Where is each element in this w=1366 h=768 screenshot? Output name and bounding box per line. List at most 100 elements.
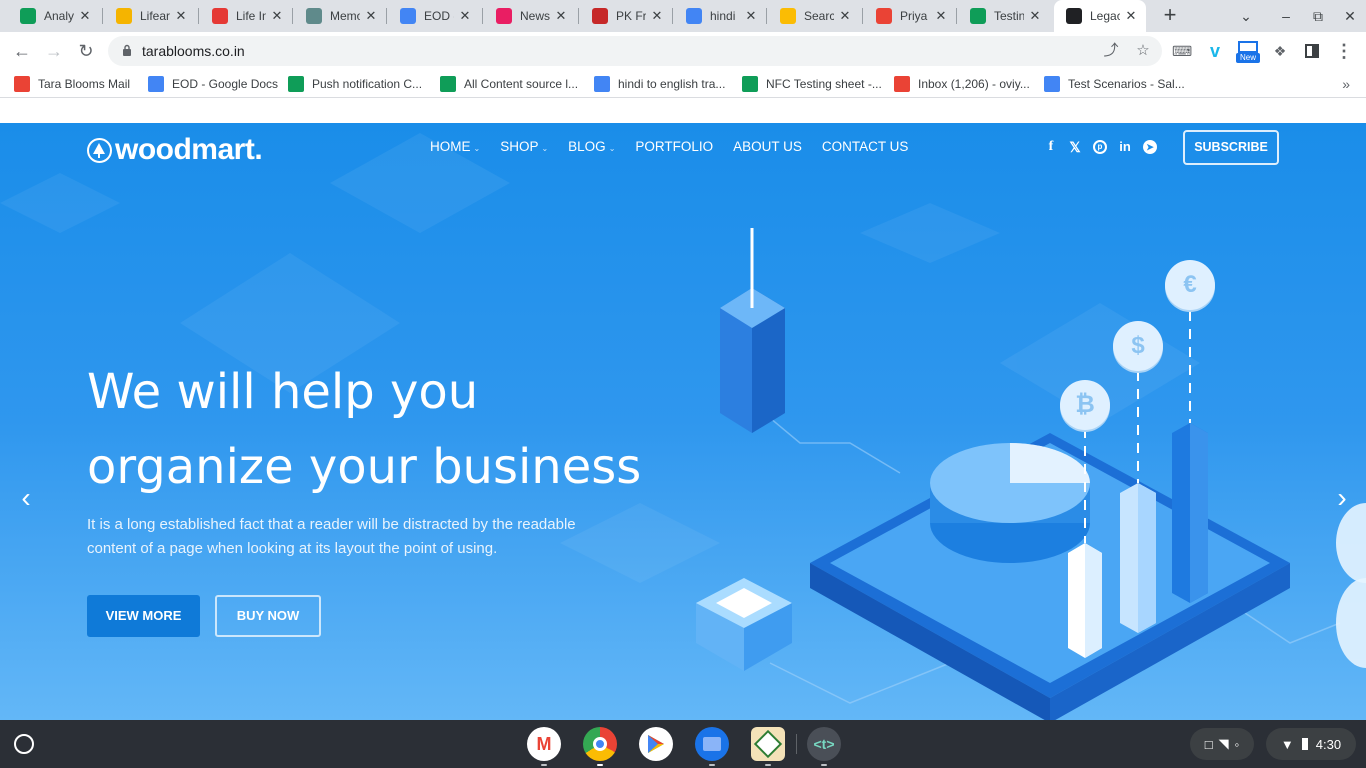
bookmark-star-icon[interactable]: ☆ [1133,41,1153,61]
forward-icon[interactable]: → [42,39,66,63]
close-tab-icon[interactable]: ✕ [174,9,188,23]
tab-title: Searc [804,9,834,23]
browser-tab[interactable]: Memo ✕ [294,0,386,32]
share-icon[interactable]: ⤴ [1101,41,1121,61]
nav-item-shop[interactable]: SHOP ⌄ [500,139,548,154]
nav-label: BLOG [568,139,606,154]
bookmark-label: Test Scenarios - Sal... [1068,77,1185,91]
close-tab-icon[interactable]: ✕ [934,9,948,23]
cast-extension-icon[interactable]: New [1236,41,1260,63]
bookmark-label: Push notification C... [312,77,423,91]
running-indicator [709,764,715,766]
close-tab-icon[interactable]: ✕ [1124,9,1138,23]
bookmark-item[interactable]: NFC Testing sheet -... [742,76,882,92]
tab-title: Analy [44,9,74,23]
sheets-icon [742,76,758,92]
nav-item-blog[interactable]: BLOG ⌄ [568,139,615,154]
browser-tab[interactable]: hindi ✕ [674,0,766,32]
side-panel-icon[interactable] [1302,41,1322,61]
more-menu-icon[interactable]: ⋮ [1334,41,1354,61]
screenshot-icon: ◥ [1218,736,1229,751]
bookmark-item[interactable]: Inbox (1,206) - oviy... [894,76,1030,92]
nav-label: SHOP [500,139,539,154]
tab-strip: Analy✕Lifear✕Life In✕Memo✕EOD -✕News✕PK … [0,0,1366,32]
sheets-icon [288,76,304,92]
tab-separator [766,8,767,24]
browser-tab[interactable]: Lifear ✕ [104,0,196,32]
close-tab-icon[interactable]: ✕ [458,9,472,23]
reload-icon[interactable]: ↻ [74,39,98,63]
bookmark-item[interactable]: Test Scenarios - Sal... [1044,76,1185,92]
play-store-app-icon[interactable] [639,727,673,761]
tab-search-icon[interactable]: ⌄ [1236,6,1256,26]
x-icon[interactable]: 𝕏 [1067,139,1083,155]
sheets-icon [20,8,36,24]
sheets-icon [970,8,986,24]
subscribe-button[interactable]: SUBSCRIBE [1183,130,1279,165]
browser-tab[interactable]: Life In ✕ [200,0,292,32]
browser-tab[interactable]: Legac ✕ [1054,0,1146,32]
keyboard-icon[interactable]: ⌨ [1172,41,1192,61]
browser-tab[interactable]: Analy ✕ [8,0,100,32]
lock-icon[interactable] [122,44,132,56]
back-icon[interactable]: ← [10,39,34,63]
drive-icon [780,8,796,24]
clock-time: 4:30 [1315,736,1342,752]
mahjong-app-icon[interactable] [751,727,785,761]
files-app-icon[interactable] [695,727,729,761]
bookmark-item[interactable]: All Content source l... [440,76,578,92]
site-logo[interactable]: woodmart. [87,133,263,167]
extensions-puzzle-icon[interactable]: ❖ [1270,41,1290,61]
nav-item-contact-us[interactable]: CONTACT US [822,139,909,154]
gmail-app-icon[interactable]: M [527,727,561,761]
browser-tab[interactable]: Searc ✕ [768,0,860,32]
holding-space-tray[interactable]: □ ◥ ◦ [1190,728,1254,760]
chrome-app-icon[interactable] [583,727,617,761]
browser-tab[interactable]: News ✕ [484,0,576,32]
tab-separator [482,8,483,24]
close-tab-icon[interactable]: ✕ [364,9,378,23]
terminal-app-icon[interactable]: <t> [807,727,841,761]
close-tab-icon[interactable]: ✕ [270,9,284,23]
close-tab-icon[interactable]: ✕ [744,9,758,23]
slider-prev-arrow-icon[interactable]: ‹ [16,483,36,513]
close-window-icon[interactable]: ✕ [1340,6,1360,26]
telegram-icon[interactable]: ➤ [1142,139,1158,155]
close-tab-icon[interactable]: ✕ [78,9,92,23]
more-bookmarks-icon[interactable]: » [1342,76,1350,92]
launcher-icon[interactable] [14,734,34,754]
close-tab-icon[interactable]: ✕ [838,9,852,23]
nav-item-portfolio[interactable]: PORTFOLIO [635,139,713,154]
running-indicator [821,764,827,766]
nav-label: CONTACT US [821,139,909,154]
pinterest-icon[interactable]: p [1092,139,1108,155]
browser-tab[interactable]: EOD - ✕ [388,0,480,32]
browser-tab[interactable]: Testin ✕ [958,0,1050,32]
linkedin-icon[interactable]: in [1117,139,1133,155]
vimeo-icon[interactable]: v [1205,41,1225,61]
browser-tab[interactable]: PK Fr ✕ [580,0,672,32]
restore-icon[interactable]: ⧉ [1308,6,1328,26]
address-bar[interactable]: tarablooms.co.in ⤴ ☆ [108,36,1162,66]
docs-icon [400,8,416,24]
facebook-icon[interactable]: f [1043,139,1059,155]
close-tab-icon[interactable]: ✕ [650,9,664,23]
bookmark-label: EOD - Google Docs [172,77,279,91]
view-more-button[interactable]: VIEW MORE [87,595,200,637]
buy-now-button[interactable]: BUY NOW [215,595,321,637]
browser-tab[interactable]: Priya ✕ [864,0,956,32]
minimize-icon[interactable]: – [1276,6,1296,26]
nav-item-home[interactable]: HOME ⌄ [430,139,480,154]
status-tray[interactable]: ▼ 4:30 [1266,728,1356,760]
lifeart-icon [116,8,132,24]
nav-item-about-us[interactable]: ABOUT US [733,139,802,154]
close-tab-icon[interactable]: ✕ [1028,9,1042,23]
bookmark-item[interactable]: EOD - Google Docs [148,76,278,92]
bookmark-item[interactable]: hindi to english tra... [594,76,725,92]
bookmark-item[interactable]: Tara Blooms Mail [14,76,130,92]
new-tab-icon[interactable]: + [1158,4,1182,28]
slider-next-arrow-icon[interactable]: › [1332,483,1352,513]
close-tab-icon[interactable]: ✕ [554,9,568,23]
bookmark-item[interactable]: Push notification C... [288,76,422,92]
url-text: tarablooms.co.in [142,43,245,59]
